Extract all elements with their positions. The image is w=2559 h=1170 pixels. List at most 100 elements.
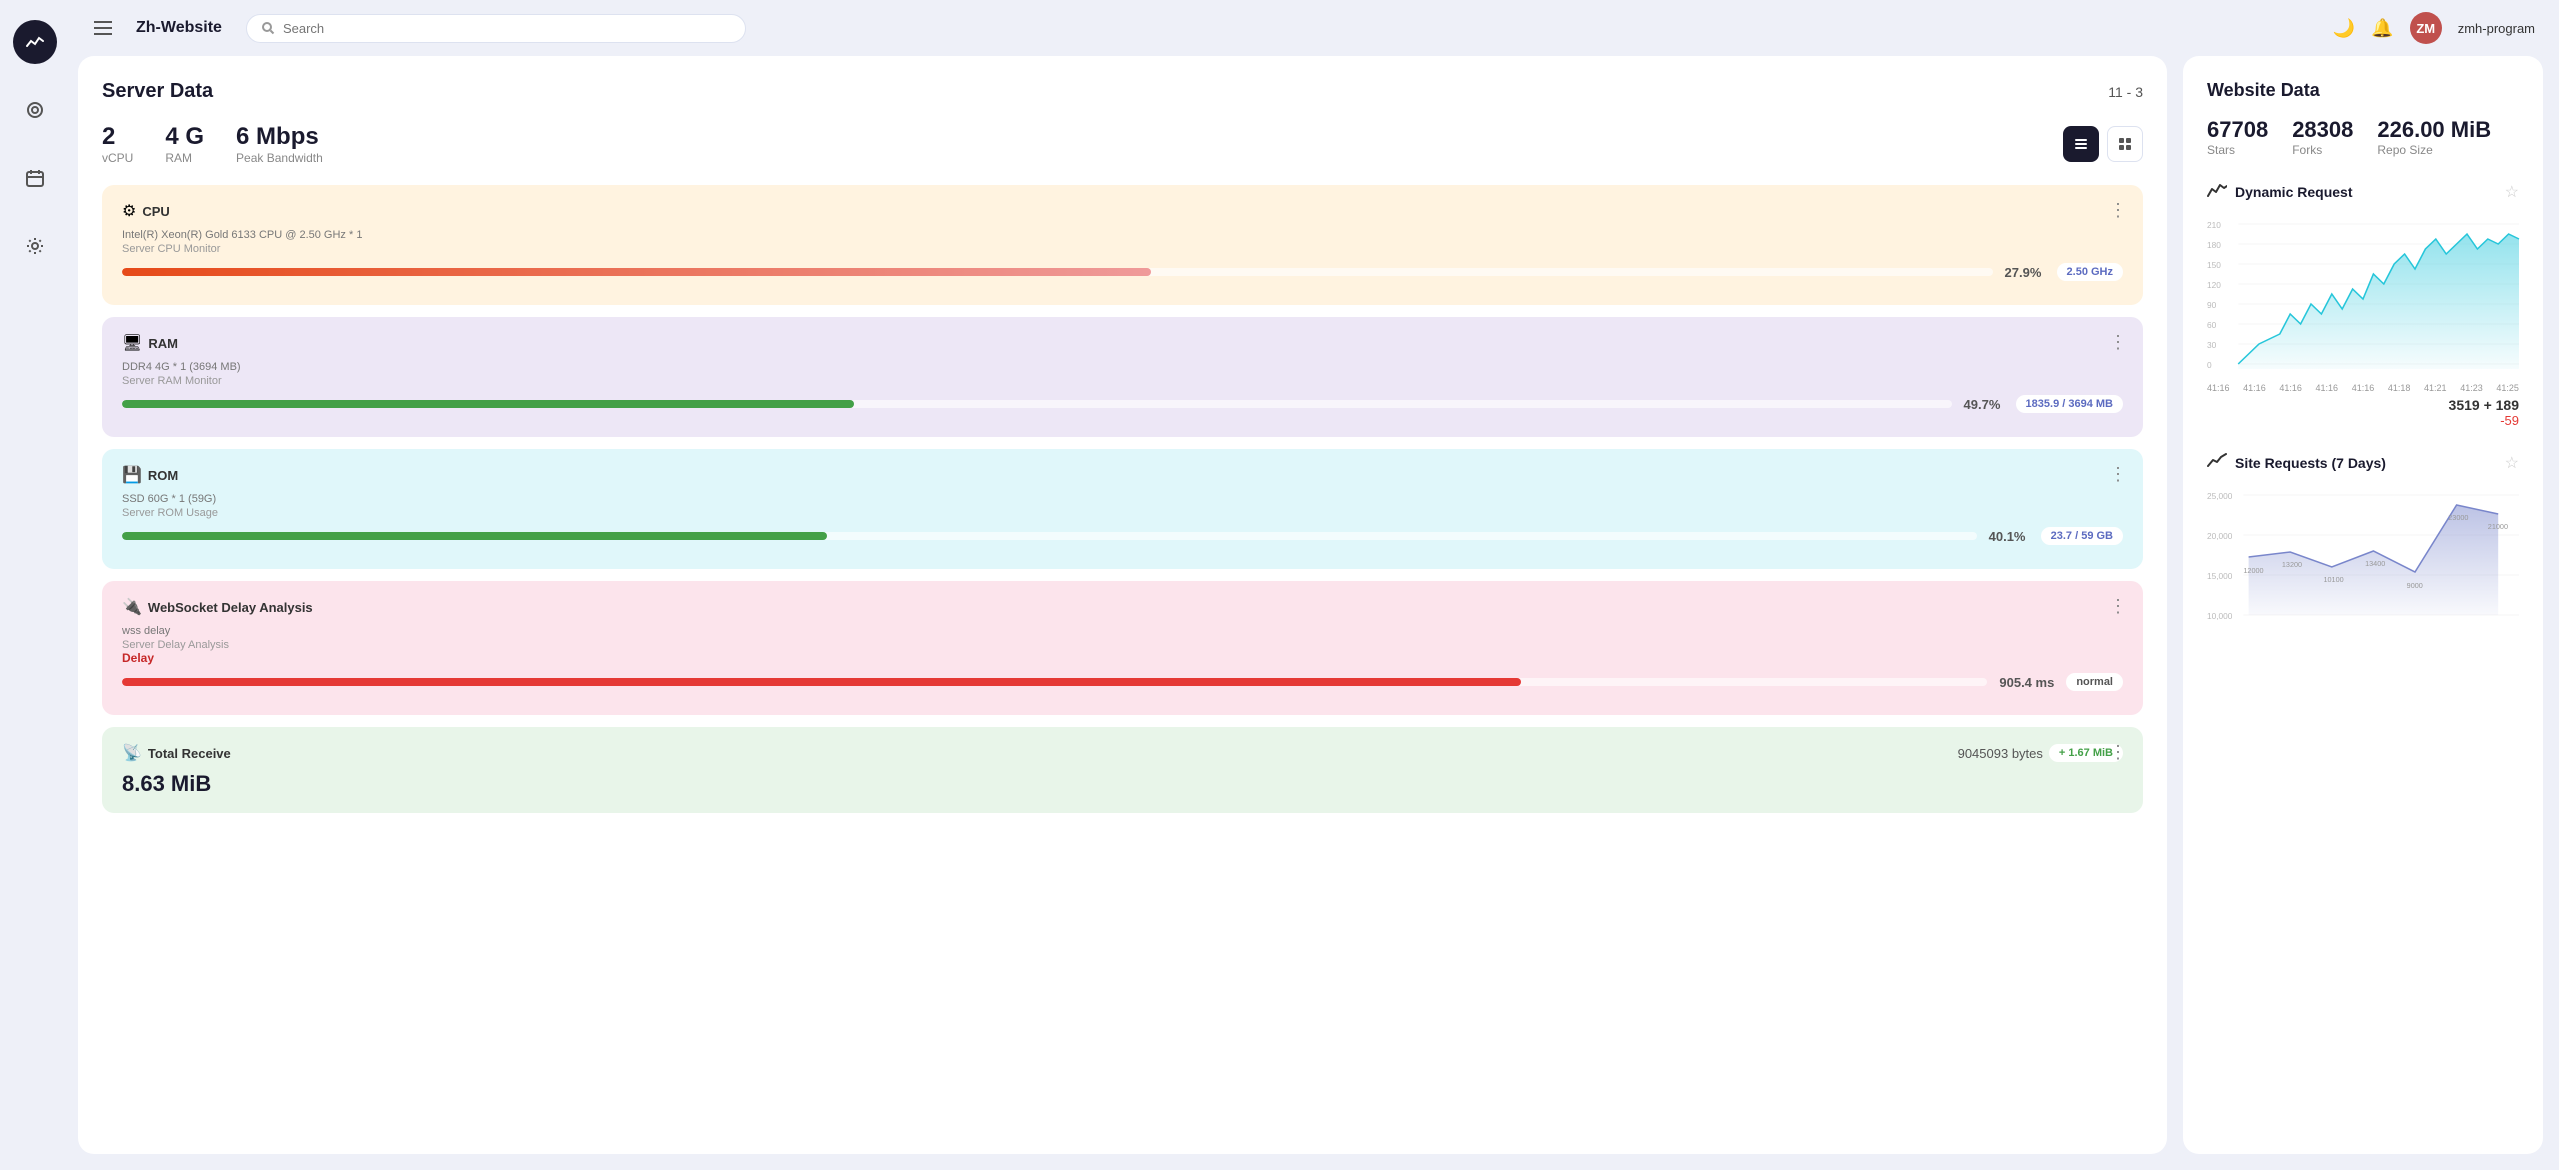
svg-text:30: 30: [2207, 341, 2217, 350]
w-stat-forks-label: Forks: [2292, 143, 2353, 157]
stat-ram-label: RAM: [165, 151, 204, 165]
panel-header: Server Data 11 - 3: [102, 80, 2143, 103]
search-bar[interactable]: [246, 14, 746, 43]
svg-text:25,000: 25,000: [2207, 492, 2233, 501]
rom-monitor-label: Server ROM Usage: [122, 507, 2123, 519]
websocket-more-button[interactable]: ⋮: [2109, 597, 2127, 615]
cpu-badge: 2.50 GHz: [2057, 263, 2123, 281]
stat-vcpu-label: vCPU: [102, 151, 133, 165]
ram-progress-bar: [122, 400, 854, 408]
dark-mode-icon[interactable]: 🌙: [2333, 18, 2355, 39]
websocket-ms: 905.4 ms: [1999, 675, 2054, 690]
dynamic-request-values: 3519 + 189: [2207, 397, 2519, 413]
receive-card: ⋮ 📡 Total Receive 9045093 bytes + 1.67 M…: [102, 727, 2143, 813]
dynamic-request-svg: 210 180 150 120 90 60 30 0: [2207, 214, 2519, 374]
grid-view-button[interactable]: [2107, 126, 2143, 162]
dynamic-request-header: Dynamic Request ☆: [2207, 181, 2519, 202]
hamburger-button[interactable]: [94, 21, 112, 35]
w-stat-forks-value: 28308: [2292, 117, 2353, 143]
site-requests-header: Site Requests (7 Days) ☆: [2207, 452, 2519, 473]
svg-text:9000: 9000: [2407, 582, 2423, 590]
websocket-monitor-label: Server Delay Analysis: [122, 639, 2123, 651]
sidebar-item-calendar[interactable]: [13, 156, 57, 200]
sidebar-item-monitor[interactable]: [13, 88, 57, 132]
ram-badge: 1835.9 / 3694 MB: [2016, 395, 2123, 413]
dynamic-request-icon: [2207, 181, 2227, 202]
dynamic-request-chart: 210 180 150 120 90 60 30 0: [2207, 214, 2519, 428]
websocket-name: WebSocket Delay Analysis: [148, 600, 313, 615]
avatar[interactable]: ZM: [2410, 12, 2442, 44]
site-requests-chart: 25,000 20,000 15,000 10,000: [2207, 485, 2519, 650]
site-requests-section: Site Requests (7 Days) ☆ 25,000 20,000: [2207, 452, 2519, 650]
site-requests-star-button[interactable]: ☆: [2505, 453, 2519, 473]
rom-name: ROM: [148, 468, 178, 483]
panel-badge: 11 - 3: [2108, 84, 2143, 100]
cpu-percent: 27.9%: [2005, 265, 2045, 280]
svg-text:13400: 13400: [2365, 560, 2385, 568]
dynamic-request-sub-value: -59: [2500, 413, 2519, 428]
rom-percent: 40.1%: [1989, 529, 2029, 544]
w-stat-stars-label: Stars: [2207, 143, 2268, 157]
sidebar-item-chart[interactable]: [13, 20, 57, 64]
cpu-header: ⚙ CPU: [122, 201, 2123, 221]
topnav-right: 🌙 🔔 ZM zmh-program: [2333, 12, 2535, 44]
receive-header: 📡 Total Receive 9045093 bytes + 1.67 MiB: [122, 743, 2123, 763]
svg-text:10,000: 10,000: [2207, 612, 2233, 621]
rom-progress-bar: [122, 532, 827, 540]
dynamic-request-main-value: 3519 + 189: [2449, 397, 2519, 413]
dynamic-request-section: Dynamic Request ☆: [2207, 181, 2519, 428]
cpu-progress-row: 27.9% 2.50 GHz: [122, 263, 2123, 281]
stat-bandwidth-value: 6 Mbps: [236, 123, 323, 151]
cpu-name: CPU: [142, 204, 169, 219]
w-stat-reposize: 226.00 MiB Repo Size: [2377, 117, 2491, 157]
svg-text:210: 210: [2207, 221, 2221, 230]
left-panel: Server Data 11 - 3 2 vCPU 4 G RAM 6 Mbps…: [78, 56, 2167, 1154]
website-stats: 67708 Stars 28308 Forks 226.00 MiB Repo …: [2207, 117, 2519, 157]
receive-bytes: 9045093 bytes: [1958, 746, 2043, 761]
websocket-icon: 🔌: [122, 597, 142, 617]
dynamic-request-title: Dynamic Request: [2235, 184, 2352, 200]
ram-desc: DDR4 4G * 1 (3694 MB): [122, 361, 2123, 373]
cpu-monitor-label: Server CPU Monitor: [122, 243, 2123, 255]
receive-name: Total Receive: [148, 746, 231, 761]
rom-more-button[interactable]: ⋮: [2109, 465, 2127, 483]
svg-text:150: 150: [2207, 261, 2221, 270]
websocket-progress-bar: [122, 678, 1521, 686]
receive-icon: 📡: [122, 743, 142, 763]
w-stat-reposize-value: 226.00 MiB: [2377, 117, 2491, 143]
username: zmh-program: [2458, 21, 2535, 36]
site-requests-svg: 25,000 20,000 15,000 10,000: [2207, 485, 2519, 645]
svg-text:90: 90: [2207, 301, 2217, 310]
notification-icon[interactable]: 🔔: [2371, 18, 2393, 39]
ram-name: RAM: [148, 336, 178, 351]
dynamic-request-x-labels: 41:16 41:16 41:16 41:16 41:16 41:18 41:2…: [2207, 383, 2519, 393]
ram-progress-row: 49.7% 1835.9 / 3694 MB: [122, 395, 2123, 413]
search-input[interactable]: [283, 21, 731, 36]
svg-text:180: 180: [2207, 241, 2221, 250]
stat-vcpu-value: 2: [102, 123, 133, 151]
server-stats: 2 vCPU 4 G RAM 6 Mbps Peak Bandwidth: [102, 123, 2143, 165]
receive-more-button[interactable]: ⋮: [2109, 743, 2127, 761]
panel-title: Server Data: [102, 80, 213, 103]
svg-text:13200: 13200: [2282, 561, 2302, 569]
stat-bandwidth: 6 Mbps Peak Bandwidth: [236, 123, 323, 165]
websocket-progress-container: [122, 678, 1987, 686]
dynamic-request-star-button[interactable]: ☆: [2505, 182, 2519, 202]
w-stat-stars-value: 67708: [2207, 117, 2268, 143]
ram-more-button[interactable]: ⋮: [2109, 333, 2127, 351]
stat-ram: 4 G RAM: [165, 123, 204, 165]
ram-progress-container: [122, 400, 1952, 408]
stat-ram-value: 4 G: [165, 123, 204, 151]
main-wrapper: Zh-Website 🌙 🔔 ZM zmh-program Server Dat…: [70, 0, 2559, 1170]
cpu-desc: Intel(R) Xeon(R) Gold 6133 CPU @ 2.50 GH…: [122, 229, 2123, 241]
w-stat-stars: 67708 Stars: [2207, 117, 2268, 157]
ram-monitor-label: Server RAM Monitor: [122, 375, 2123, 387]
list-view-button[interactable]: [2063, 126, 2099, 162]
cpu-more-button[interactable]: ⋮: [2109, 201, 2127, 219]
websocket-card: ⋮ 🔌 WebSocket Delay Analysis wss delay S…: [102, 581, 2143, 715]
w-stat-reposize-label: Repo Size: [2377, 143, 2491, 157]
cpu-progress-bar: [122, 268, 1151, 276]
sidebar-item-settings[interactable]: [13, 224, 57, 268]
rom-icon: 💾: [122, 465, 142, 485]
rom-badge: 23.7 / 59 GB: [2041, 527, 2123, 545]
